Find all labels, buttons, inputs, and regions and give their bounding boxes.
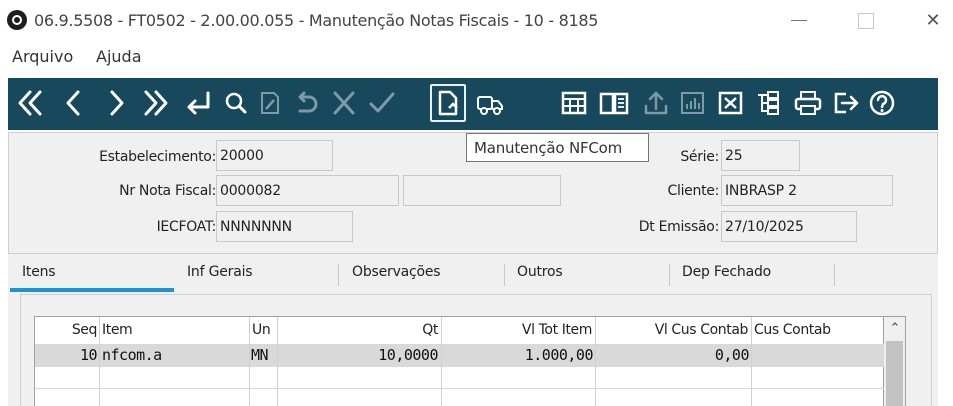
tab-bar: Itens Inf Gerais Observações Outros Dep … xyxy=(8,254,938,294)
cancel-icon[interactable] xyxy=(328,86,360,120)
nr-nota-fiscal-field[interactable]: 0000082 xyxy=(216,175,399,206)
previous-record-icon[interactable] xyxy=(58,86,90,120)
go-to-icon[interactable] xyxy=(182,86,214,120)
tab-separator xyxy=(669,264,670,286)
menu-arquivo[interactable]: Arquivo xyxy=(12,47,73,66)
cell-qt[interactable]: 10,0000 xyxy=(278,346,438,364)
toolbar xyxy=(8,78,938,130)
row-divider xyxy=(35,388,885,389)
exit-icon[interactable] xyxy=(830,86,862,120)
document-icon[interactable] xyxy=(430,84,466,122)
first-record-icon[interactable] xyxy=(14,86,46,120)
column-header-item[interactable]: Item xyxy=(100,317,248,344)
nr-nota-fiscal-label: Nr Nota Fiscal: xyxy=(119,183,216,199)
book-icon[interactable] xyxy=(598,86,630,120)
scroll-up-icon[interactable]: ⌃ xyxy=(888,321,902,335)
tab-separator xyxy=(834,264,835,286)
undo-icon[interactable] xyxy=(290,86,322,120)
cell-vl-cus-contab[interactable]: 0,00 xyxy=(596,346,750,364)
tab-outros[interactable]: Outros xyxy=(517,264,563,280)
tooltip: Manutenção NFCom xyxy=(466,133,649,162)
active-tab-indicator xyxy=(10,288,174,292)
calculator-icon[interactable] xyxy=(558,86,590,120)
chart-icon[interactable] xyxy=(676,86,708,120)
search-icon[interactable] xyxy=(220,86,252,120)
estabelecimento-field[interactable]: 20000 xyxy=(216,140,333,171)
app-logo-icon xyxy=(7,10,27,30)
tab-inf-gerais[interactable]: Inf Gerais xyxy=(187,264,253,280)
help-icon[interactable] xyxy=(866,86,898,120)
maximize-button[interactable] xyxy=(852,8,878,32)
cell-un[interactable]: MN xyxy=(251,346,269,364)
dt-emissao-field[interactable]: 27/10/2025 xyxy=(721,211,857,242)
column-header-vl-cus-contab[interactable]: Vl Cus Contab xyxy=(596,317,750,344)
column-header-un[interactable]: Un xyxy=(250,317,277,344)
menu-ajuda[interactable]: Ajuda xyxy=(96,47,142,66)
tab-observacoes[interactable]: Observações xyxy=(352,264,441,280)
iecfoat-field[interactable]: NNNNNNN xyxy=(216,211,353,242)
row-divider xyxy=(35,344,885,345)
tree-icon[interactable] xyxy=(752,86,784,120)
truck-icon[interactable] xyxy=(474,86,506,120)
export-icon[interactable] xyxy=(640,86,672,120)
cliente-field[interactable]: INBRASP 2 xyxy=(721,175,893,206)
cliente-label: Cliente: xyxy=(667,183,720,199)
column-header-seq[interactable]: Seq xyxy=(35,317,99,344)
window-title: 06.9.5508 - FT0502 - 2.00.00.055 - Manut… xyxy=(34,11,599,30)
items-grid[interactable]: Seq Item Un Qt Vl Tot Item Vl Cus Contab… xyxy=(34,316,885,406)
column-header-qt[interactable]: Qt xyxy=(278,317,440,344)
column-header-vl-tot-item[interactable]: Vl Tot Item xyxy=(442,317,594,344)
title-bar: 06.9.5508 - FT0502 - 2.00.00.055 - Manut… xyxy=(0,0,953,40)
estabelecimento-label: Estabelecimento: xyxy=(99,149,216,165)
confirm-icon[interactable] xyxy=(366,86,398,120)
last-record-icon[interactable] xyxy=(140,86,172,120)
vertical-scrollbar[interactable]: ⌃ xyxy=(884,316,906,406)
dt-emissao-label: Dt Emissão: xyxy=(638,219,720,235)
tab-separator xyxy=(504,264,505,286)
print-icon[interactable] xyxy=(792,86,824,120)
menu-bar: Arquivo Ajuda xyxy=(0,40,953,74)
scrollbar-thumb[interactable] xyxy=(886,341,903,406)
minimize-button[interactable] xyxy=(786,8,812,32)
items-panel: Seq Item Un Qt Vl Tot Item Vl Cus Contab… xyxy=(8,294,938,406)
cell-seq[interactable]: 10 xyxy=(35,346,98,364)
nr-nota-extra-field[interactable] xyxy=(403,175,561,206)
tab-dep-fechado[interactable]: Dep Fechado xyxy=(682,264,771,280)
close-button[interactable]: ✕ xyxy=(920,8,946,32)
row-divider xyxy=(35,366,885,367)
column-header-cus-contab[interactable]: Cus Contab xyxy=(752,317,884,344)
next-record-icon[interactable] xyxy=(100,86,132,120)
cell-vl-tot-item[interactable]: 1.000,00 xyxy=(442,346,594,364)
edit-icon[interactable] xyxy=(254,86,286,120)
iecfoat-label: IECFOAT: xyxy=(156,219,217,235)
tab-separator xyxy=(338,264,339,286)
tab-itens[interactable]: Itens xyxy=(22,264,56,280)
delete-icon[interactable] xyxy=(714,86,746,120)
serie-field[interactable]: 25 xyxy=(721,140,800,171)
cell-item[interactable]: nfcom.a xyxy=(102,346,162,364)
